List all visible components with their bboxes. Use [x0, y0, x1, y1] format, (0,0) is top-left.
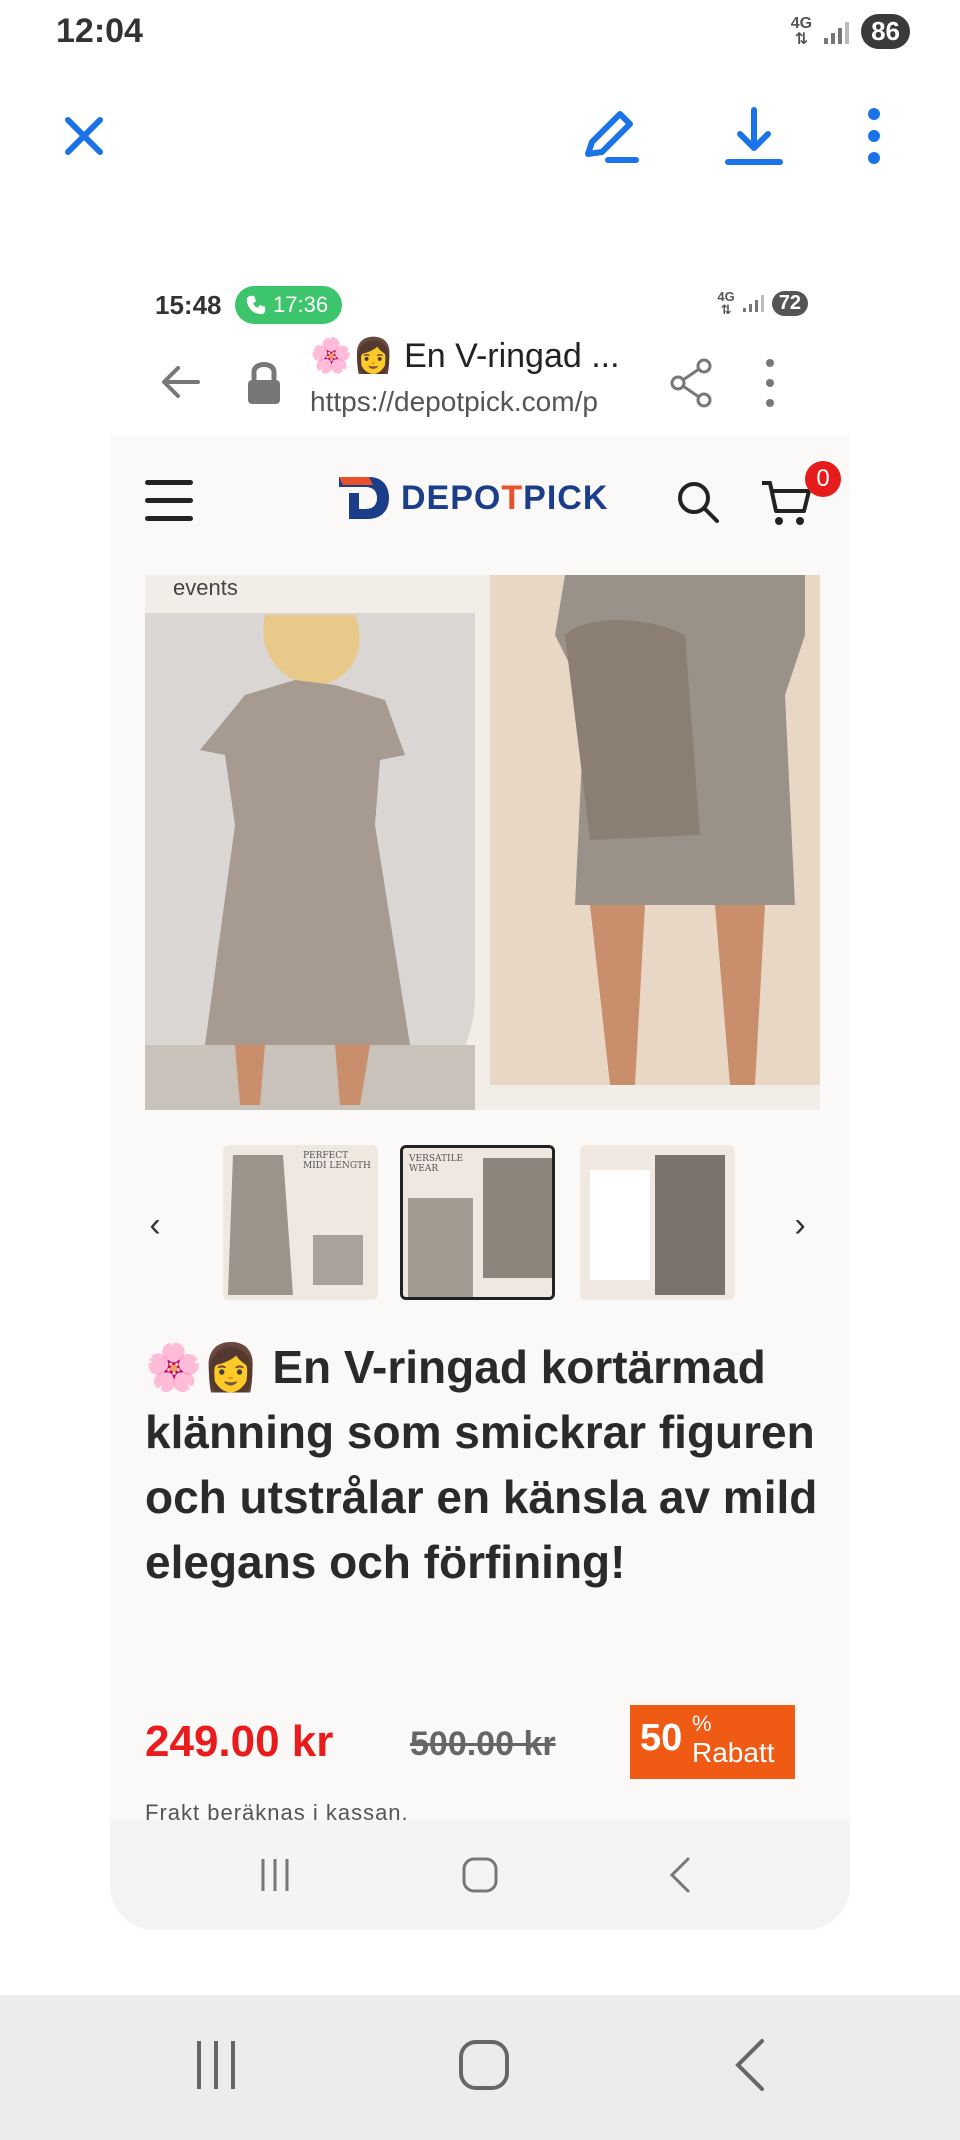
discount-label: Rabatt: [692, 1737, 775, 1768]
lock-icon[interactable]: [244, 358, 284, 408]
inner-home-button[interactable]: [450, 1845, 510, 1905]
battery-indicator: 86: [861, 14, 910, 49]
logo-text: DEPOTPICK: [401, 478, 609, 517]
more-vert-icon: [868, 108, 880, 164]
inner-recents-button[interactable]: [245, 1845, 305, 1905]
recents-icon: [197, 2041, 235, 2089]
recents-button[interactable]: [186, 2035, 246, 2095]
edit-button[interactable]: [574, 100, 646, 172]
logo-mark-icon: [339, 477, 389, 519]
nav-back-icon: [735, 2039, 764, 2091]
discount-value: 50: [640, 1717, 683, 1759]
recents-icon: [261, 1859, 289, 1891]
status-bar: 12:04 4G ⇅ 86: [0, 0, 960, 70]
thumbnail-image: [580, 1145, 735, 1300]
thumbnail-2[interactable]: VERSATILE WEAR: [400, 1145, 555, 1300]
site-header: DEPOTPICK 0: [110, 435, 850, 565]
inner-battery-indicator: 72: [771, 290, 808, 316]
inner-status-time: 15:48: [155, 290, 222, 320]
status-time: 12:04: [56, 12, 143, 50]
web-page: DEPOTPICK 0 events ‹ PERFECT MIDI LENGTH…: [110, 435, 850, 1825]
discount-percent: %: [692, 1711, 712, 1736]
home-icon: [462, 1857, 498, 1893]
thumbnail-strip: ‹ PERFECT MIDI LENGTH VERSATILE WEAR ›: [110, 1145, 850, 1305]
image-caption: events: [173, 575, 238, 600]
inner-status-indicators: 4G ⇅ 72: [717, 290, 808, 316]
browser-url-bar: 🌸👩 En V-ringad ... https://depotpick.com…: [110, 330, 850, 440]
menu-icon[interactable]: [145, 480, 193, 522]
product-title: 🌸👩 En V-ringad kortärmad klänning som sm…: [145, 1341, 818, 1588]
home-icon: [459, 2040, 509, 2090]
download-button[interactable]: [718, 100, 790, 172]
thumb-label: VERSATILE WEAR: [409, 1154, 464, 1174]
price-row: 249.00 kr 500.00 kr 50 % Rabatt: [145, 1705, 825, 1785]
product-photo: [145, 575, 820, 1110]
current-price: 249.00 kr: [145, 1717, 334, 1766]
viewer-toolbar: [0, 100, 960, 180]
back-button[interactable]: [722, 2035, 782, 2095]
signal-icon: [824, 20, 850, 44]
more-options-button[interactable]: [838, 100, 910, 172]
call-indicator: 17:36: [235, 286, 343, 324]
download-icon: [725, 107, 783, 165]
close-button[interactable]: [48, 100, 120, 172]
thumb-next-button[interactable]: ›: [780, 1200, 820, 1250]
tab-title: 🌸👩 En V-ringad ...: [310, 337, 620, 375]
phone-icon: [246, 295, 266, 315]
site-logo[interactable]: DEPOTPICK: [335, 473, 608, 523]
thumbnail-1[interactable]: PERFECT MIDI LENGTH: [223, 1145, 378, 1300]
original-price: 500.00 kr: [410, 1725, 556, 1763]
thumbnail-3[interactable]: [580, 1145, 735, 1300]
status-indicators: 4G ⇅ 86: [791, 14, 910, 49]
cart-icon[interactable]: [760, 479, 812, 527]
inner-network-indicator: 4G ⇅: [717, 289, 735, 317]
thumb-label: PERFECT MIDI LENGTH: [303, 1151, 371, 1171]
nav-back-icon: [669, 1857, 690, 1893]
thumb-prev-button[interactable]: ‹: [135, 1200, 175, 1250]
cart-count-badge: 0: [805, 461, 841, 497]
inner-signal-icon: [742, 294, 764, 312]
screenshot-preview[interactable]: 15:48 17:36 4G ⇅ 72 🌸👩 En V-ringad ... ht…: [110, 270, 850, 1930]
network-indicator: 4G ⇅: [790, 14, 813, 48]
share-icon[interactable]: [670, 358, 714, 408]
pen-icon: [585, 111, 639, 163]
inner-nav-bar: [110, 1820, 850, 1930]
more-vert-icon[interactable]: [760, 356, 780, 410]
inner-back-button[interactable]: [650, 1845, 710, 1905]
discount-badge: 50 % Rabatt: [630, 1705, 795, 1779]
url-address[interactable]: https://depotpick.com/p: [310, 386, 640, 418]
close-icon: [65, 117, 103, 155]
product-main-image[interactable]: events: [145, 575, 820, 1110]
back-arrow-icon[interactable]: [158, 360, 202, 404]
system-nav-bar: [0, 1995, 960, 2140]
search-icon[interactable]: [675, 479, 721, 525]
home-button[interactable]: [454, 2035, 514, 2095]
